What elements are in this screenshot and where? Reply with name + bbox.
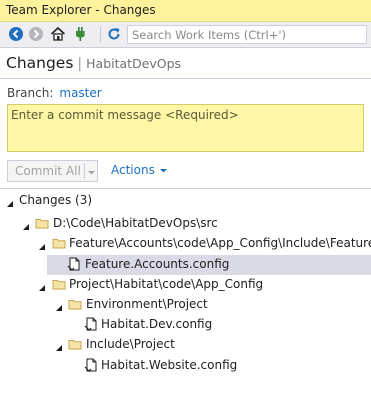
folder-icon: [68, 337, 82, 354]
collapse-arrow-icon[interactable]: [6, 197, 14, 211]
actions-menu[interactable]: Actions: [111, 163, 168, 178]
forward-icon[interactable]: [28, 26, 44, 42]
changes-section-header[interactable]: Changes (3): [0, 191, 371, 211]
file-modified-icon: [67, 257, 81, 274]
header-divider: [0, 78, 371, 79]
commit-all-button[interactable]: Commit All: [7, 160, 98, 182]
connect-icon[interactable]: [72, 26, 88, 42]
tree-label: Feature.Accounts.config: [85, 257, 230, 271]
branch-info: Branch: master: [7, 86, 102, 100]
toolbar: [0, 22, 371, 48]
tree-row-file[interactable]: Habitat.Website.config: [0, 356, 371, 376]
branch-label: Branch:: [7, 86, 54, 100]
tree-row-src[interactable]: D:\Code\HabitatDevOps\src: [0, 214, 371, 234]
collapse-arrow-icon[interactable]: [55, 301, 63, 315]
chevron-down-icon: [159, 164, 168, 178]
title-bar: Team Explorer - Changes: [0, 0, 371, 22]
collapse-arrow-icon[interactable]: [38, 240, 46, 254]
window-title: Team Explorer - Changes: [6, 3, 156, 17]
tree-label: Include\Project: [86, 337, 175, 351]
tree-label: Environment\Project: [86, 297, 208, 311]
commit-all-label: Commit All: [15, 164, 81, 178]
chevron-down-icon[interactable]: [87, 166, 96, 180]
page-title: Changes: [6, 54, 74, 72]
folder-icon: [52, 277, 66, 294]
collapse-arrow-icon[interactable]: [38, 281, 46, 295]
actions-label: Actions: [111, 163, 155, 177]
file-modified-icon: [84, 317, 98, 334]
tree-row-feature-folder[interactable]: Feature\Accounts\code\App_Config\Include…: [0, 234, 371, 254]
refresh-icon[interactable]: [106, 26, 122, 42]
search-box[interactable]: [127, 25, 367, 44]
file-modified-icon: [84, 358, 98, 375]
tree-row-file-selected[interactable]: Feature.Accounts.config: [47, 255, 371, 275]
folder-icon: [68, 297, 82, 314]
back-icon[interactable]: [8, 26, 24, 42]
section-divider: [0, 188, 371, 189]
split-divider: [84, 163, 85, 179]
search-input[interactable]: [128, 26, 366, 43]
tree-label: Habitat.Dev.config: [101, 317, 213, 331]
header-separator: |: [77, 56, 83, 72]
tree-label: Feature\Accounts\code\App_Config\Include…: [69, 236, 371, 250]
home-icon[interactable]: [50, 26, 66, 42]
tree-row-include-folder[interactable]: Include\Project: [0, 335, 371, 355]
page-header: Changes | HabitatDevOps: [6, 54, 181, 72]
tree-row-environment-folder[interactable]: Environment\Project: [0, 295, 371, 315]
commit-message-input[interactable]: [7, 104, 364, 152]
project-name[interactable]: HabitatDevOps: [86, 56, 181, 71]
tree-row-project-folder[interactable]: Project\Habitat\code\App_Config: [0, 275, 371, 295]
changes-count-label: Changes (3): [19, 193, 93, 207]
folder-icon: [35, 216, 49, 233]
tree-label: Project\Habitat\code\App_Config: [69, 277, 264, 291]
branch-link[interactable]: master: [59, 86, 101, 100]
collapse-arrow-icon[interactable]: [22, 220, 30, 234]
tree-row-file[interactable]: Habitat.Dev.config: [0, 315, 371, 335]
tree-label: D:\Code\HabitatDevOps\src: [53, 216, 218, 230]
folder-icon: [52, 236, 66, 253]
tree-label: Habitat.Website.config: [101, 358, 238, 372]
toolbar-separator: [100, 26, 101, 43]
collapse-arrow-icon[interactable]: [55, 341, 63, 355]
